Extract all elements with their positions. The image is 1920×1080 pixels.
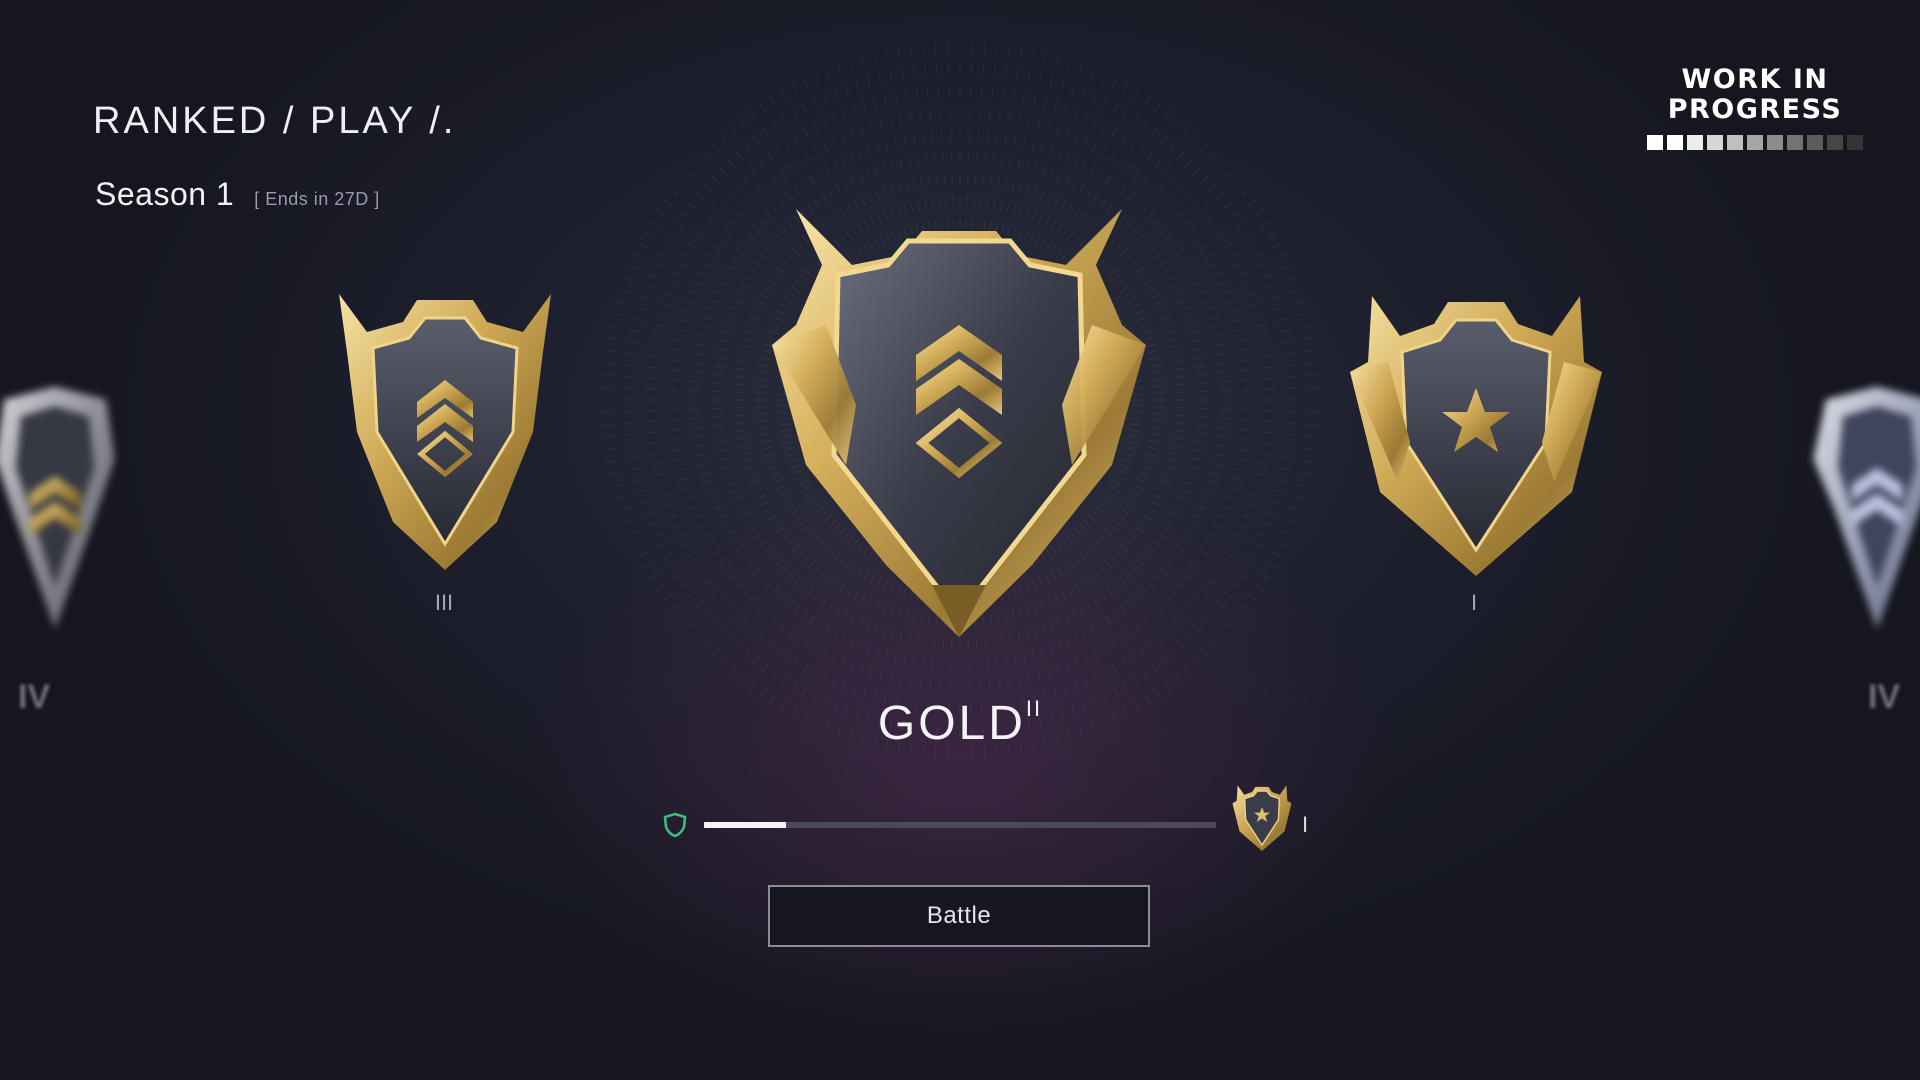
gold-star-badge-icon[interactable] (1348, 292, 1604, 578)
platinum-badge-icon[interactable] (1792, 370, 1920, 650)
wip-progress-bars (1640, 135, 1870, 150)
wip-bar-segment (1807, 135, 1823, 150)
rank-name-text: GOLD (877, 697, 1026, 750)
season-label: Season 1 (95, 176, 235, 212)
wip-bar-segment (1747, 135, 1763, 150)
work-in-progress-stamp: WORK IN PROGRESS (1640, 65, 1870, 150)
season-ends-label: [ Ends in 27D ] (254, 189, 380, 209)
shield-outline-icon (662, 812, 688, 843)
season-info: Season 1 [ Ends in 27D ] (95, 176, 380, 213)
wip-line-2: PROGRESS (1667, 94, 1843, 125)
far-right-tier-label: IV (1867, 678, 1901, 716)
rank-progress-fill (704, 822, 786, 828)
left-tier-label: III (434, 590, 454, 615)
wip-bar-segment (1707, 135, 1723, 150)
page-title: RANKED / PLAY /. (93, 100, 457, 142)
wip-bar-segment (1647, 135, 1663, 150)
ranked-screen: RANKED / PLAY /. Season 1 [ Ends in 27D … (0, 0, 1920, 1080)
wip-bar-segment (1847, 135, 1863, 150)
rank-tier-text: II (1025, 696, 1043, 721)
rank-name: GOLDII (860, 696, 1060, 751)
silver-gold-badge-icon[interactable] (0, 370, 140, 650)
next-rank-badge-icon (1232, 783, 1292, 858)
wip-line-1: WORK IN (1681, 64, 1829, 95)
far-left-tier-label: IV (17, 678, 51, 716)
wip-bar-segment (1787, 135, 1803, 150)
battle-button[interactable]: Battle (768, 885, 1150, 947)
wip-bar-segment (1727, 135, 1743, 150)
next-rank-tier: I (1302, 812, 1309, 837)
wip-bar-segment (1767, 135, 1783, 150)
wip-bar-segment (1687, 135, 1703, 150)
gold-double-chevron-badge-icon[interactable] (766, 205, 1152, 641)
rank-progress-bar (704, 822, 1216, 828)
wip-bar-segment (1827, 135, 1843, 150)
wip-text: WORK IN PROGRESS (1640, 65, 1870, 125)
right-tier-label: I (1470, 590, 1478, 615)
wip-bar-segment (1667, 135, 1683, 150)
gold-chevron-badge-icon[interactable] (337, 292, 553, 572)
